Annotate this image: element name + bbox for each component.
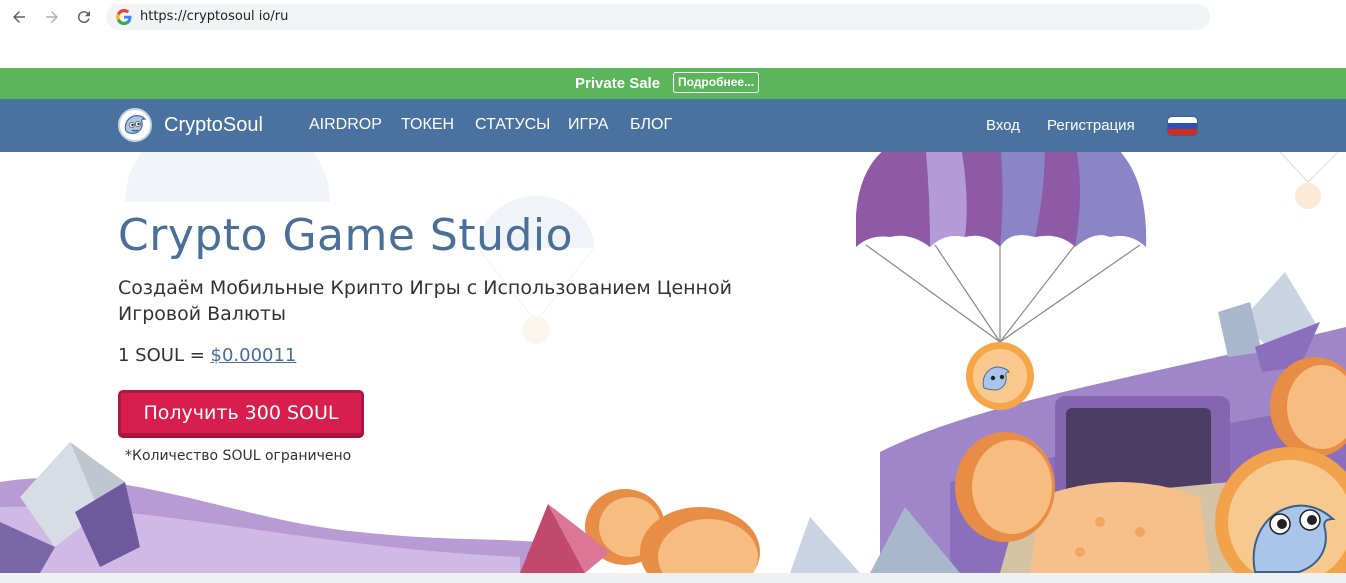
forward-arrow-icon[interactable] bbox=[41, 6, 63, 28]
menu-item-blog[interactable]: БЛОГ bbox=[630, 116, 672, 134]
hero-title: Crypto Game Studio bbox=[118, 210, 574, 261]
menu-item-token[interactable]: ТОКЕН bbox=[401, 116, 454, 134]
menu-item-statuses[interactable]: СТАТУСЫ bbox=[475, 116, 550, 134]
page-bottom-strip bbox=[0, 573, 1346, 583]
hero-section: Crypto Game Studio Создаём Мобильные Кри… bbox=[0, 152, 1346, 573]
limited-note: *Количество SOUL ограничено bbox=[125, 448, 352, 464]
url-text: https://cryptosoul io/ru bbox=[140, 9, 289, 24]
address-bar[interactable]: https://cryptosoul io/ru bbox=[106, 4, 1210, 30]
menu-item-game[interactable]: ИГРА bbox=[568, 116, 608, 134]
register-link[interactable]: Регистрация bbox=[1047, 117, 1135, 134]
details-button[interactable]: Подробнее... bbox=[673, 72, 760, 93]
private-sale-bar: Private Sale Подробнее... bbox=[0, 68, 1346, 99]
hero-subtitle: Создаём Мобильные Крипто Игры с Использо… bbox=[118, 277, 732, 325]
menu-item-airdrop[interactable]: AIRDROP bbox=[309, 116, 382, 134]
price-line: 1 SOUL = $0.00011 bbox=[118, 345, 296, 366]
login-link[interactable]: Вход bbox=[986, 117, 1020, 134]
get-soul-button[interactable]: Получить 300 SOUL bbox=[118, 390, 364, 436]
price-prefix: 1 SOUL = bbox=[118, 345, 211, 366]
browser-toolbar: https://cryptosoul io/ru bbox=[0, 0, 1346, 68]
back-arrow-icon[interactable] bbox=[8, 6, 30, 28]
brand-name[interactable]: CryptoSoul bbox=[164, 114, 263, 137]
cryptosoul-logo-icon[interactable] bbox=[116, 105, 154, 143]
price-value-link[interactable]: $0.00011 bbox=[211, 345, 297, 366]
russia-flag-icon[interactable] bbox=[1168, 117, 1197, 135]
reload-icon[interactable] bbox=[73, 6, 95, 28]
private-sale-label: Private Sale bbox=[575, 75, 661, 92]
google-icon bbox=[116, 9, 132, 25]
site-header: CryptoSoul AIRDROP ТОКЕН СТАТУСЫ ИГРА БЛ… bbox=[0, 99, 1346, 152]
